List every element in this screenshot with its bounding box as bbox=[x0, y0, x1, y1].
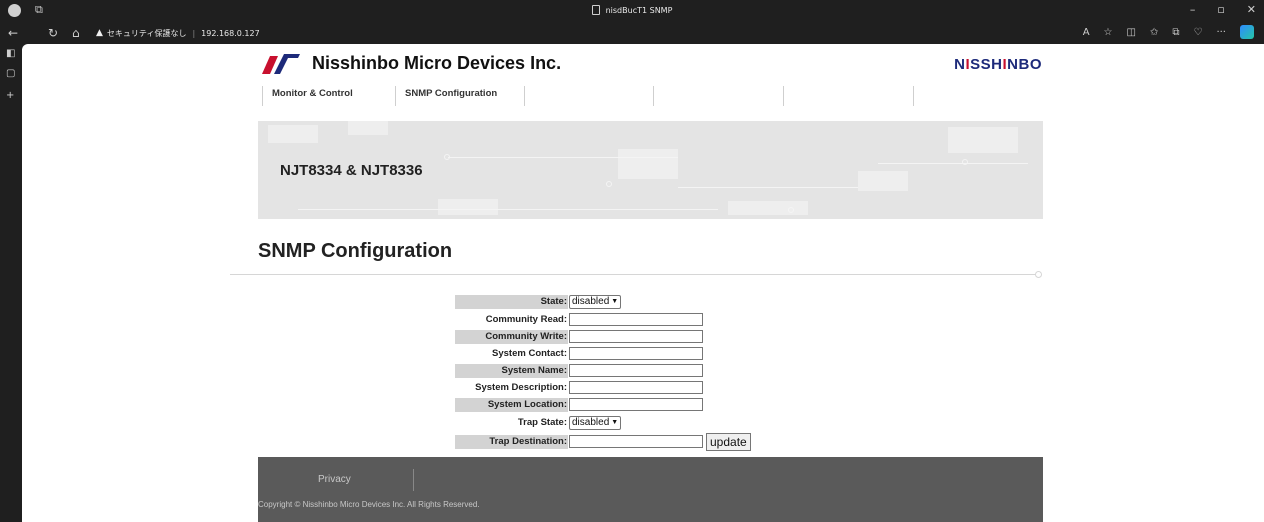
state-select[interactable]: disabled ▼ bbox=[569, 294, 622, 309]
refresh-icon[interactable]: ↻ bbox=[48, 25, 58, 41]
banner-decoration bbox=[606, 181, 612, 187]
copilot-icon[interactable] bbox=[1240, 25, 1254, 39]
title-divider bbox=[230, 274, 1040, 275]
new-tab-icon[interactable]: + bbox=[6, 90, 14, 101]
address-bar[interactable]: ▲ セキュリティ保護なし | 192.168.0.127 bbox=[96, 25, 260, 41]
window-title: nisdBucT1 SNMP bbox=[0, 5, 1264, 15]
community-write-input[interactable] bbox=[569, 330, 703, 343]
split-screen-icon[interactable]: ◫ bbox=[1127, 27, 1136, 38]
privacy-link[interactable]: Privacy bbox=[318, 474, 351, 485]
banner-decoration bbox=[618, 149, 678, 179]
restore-icon[interactable]: ▫ bbox=[1217, 3, 1224, 16]
form-row-trap-state: Trap State: disabled ▼ bbox=[455, 415, 622, 430]
system-location-label: System Location: bbox=[455, 397, 568, 412]
banner-decoration bbox=[438, 199, 498, 215]
sidebar-toggle-icon[interactable]: ◧ bbox=[6, 48, 15, 59]
form-row-system-contact: System Contact: bbox=[455, 346, 703, 361]
banner-decoration bbox=[268, 125, 318, 143]
trap-destination-label: Trap Destination: bbox=[455, 434, 568, 449]
system-description-input[interactable] bbox=[569, 381, 703, 394]
extensions-icon[interactable]: ♡ bbox=[1193, 27, 1202, 38]
browser-toolbar: ← ↻ ⌂ ▲ セキュリティ保護なし | 192.168.0.127 A ☆ ◫… bbox=[0, 22, 1264, 44]
title-divider-dot bbox=[1035, 271, 1042, 278]
page-title: SNMP Configuration bbox=[258, 240, 453, 262]
form-row-trap-destination: Trap Destination: update bbox=[455, 432, 751, 451]
copyright-text: Copyright © Nisshinbo Micro Devices Inc.… bbox=[258, 500, 480, 509]
collections-icon[interactable]: ⧉ bbox=[1172, 27, 1179, 38]
menu-snmp-configuration[interactable]: SNMP Configuration bbox=[395, 86, 524, 106]
minimize-icon[interactable]: – bbox=[1190, 3, 1196, 16]
sidebar-tab-icon[interactable]: ▢ bbox=[6, 68, 15, 79]
menu-empty-3[interactable] bbox=[524, 86, 653, 106]
more-icon[interactable]: ··· bbox=[1216, 27, 1226, 38]
banner-decoration bbox=[298, 209, 718, 210]
form-row-state: State: disabled ▼ bbox=[455, 294, 622, 309]
product-banner: NJT8334 & NJT8336 bbox=[258, 121, 1043, 219]
favorite-star-icon[interactable]: ☆ bbox=[1104, 27, 1113, 38]
form-row-system-description: System Description: bbox=[455, 380, 703, 395]
menu-monitor-control[interactable]: Monitor & Control bbox=[262, 86, 395, 106]
system-contact-label: System Contact: bbox=[492, 347, 567, 359]
security-label[interactable]: セキュリティ保護なし bbox=[107, 28, 187, 39]
system-location-input[interactable] bbox=[569, 398, 703, 411]
menu-empty-4[interactable] bbox=[653, 86, 783, 106]
favorites-icon[interactable]: ✩ bbox=[1150, 27, 1158, 38]
state-label: State: bbox=[455, 294, 568, 309]
warning-icon[interactable]: ▲ bbox=[96, 28, 103, 38]
address-separator: | bbox=[192, 28, 196, 38]
brand-right-suffix: NBO bbox=[1007, 56, 1042, 73]
trap-state-select-value: disabled bbox=[572, 417, 610, 428]
trap-state-label: Trap State: bbox=[517, 416, 567, 428]
system-name-input[interactable] bbox=[569, 364, 703, 377]
close-icon[interactable]: ✕ bbox=[1247, 3, 1256, 16]
community-read-label: Community Read: bbox=[485, 313, 567, 325]
state-select-value: disabled bbox=[572, 296, 610, 307]
brand-logo-right[interactable]: NISSHINBO bbox=[954, 56, 1042, 73]
system-contact-input[interactable] bbox=[569, 347, 703, 360]
form-row-system-location: System Location: bbox=[455, 397, 703, 412]
banner-decoration bbox=[878, 163, 1028, 164]
window-title-text: nisdBucT1 SNMP bbox=[605, 6, 673, 15]
banner-decoration bbox=[858, 171, 908, 191]
banner-decoration bbox=[448, 157, 678, 158]
main-menu: Monitor & Control SNMP Configuration bbox=[262, 86, 1044, 106]
chevron-down-icon: ▼ bbox=[611, 298, 619, 305]
system-name-label: System Name: bbox=[455, 363, 568, 378]
community-read-input[interactable] bbox=[569, 313, 703, 326]
tab-sidebar: ◧ ▢ + bbox=[0, 44, 22, 522]
form-row-system-name: System Name: bbox=[455, 363, 703, 378]
menu-empty-5[interactable] bbox=[783, 86, 914, 106]
brand-right-prefix: N bbox=[954, 56, 966, 73]
banner-decoration bbox=[678, 187, 858, 188]
page-viewport: Nisshinbo Micro Devices Inc. NISSHINBO M… bbox=[22, 44, 1264, 522]
banner-decoration bbox=[788, 207, 794, 213]
back-icon[interactable]: ← bbox=[8, 25, 18, 41]
banner-decoration bbox=[962, 159, 968, 165]
nisshinbo-logo-icon[interactable] bbox=[262, 54, 300, 74]
trap-destination-input[interactable] bbox=[569, 435, 703, 448]
banner-decoration bbox=[948, 127, 1018, 153]
banner-decoration bbox=[444, 154, 450, 160]
form-row-community-read: Community Read: bbox=[455, 312, 703, 327]
brand-name[interactable]: Nisshinbo Micro Devices Inc. bbox=[312, 53, 561, 74]
page-icon bbox=[591, 5, 600, 15]
home-icon[interactable]: ⌂ bbox=[72, 25, 80, 41]
banner-decoration bbox=[728, 201, 808, 215]
read-aloud-icon[interactable]: A bbox=[1083, 27, 1090, 38]
update-button[interactable]: update bbox=[706, 432, 751, 451]
footer-separator bbox=[413, 469, 414, 491]
trap-state-select[interactable]: disabled ▼ bbox=[569, 415, 622, 430]
community-write-label: Community Write: bbox=[455, 329, 568, 344]
banner-title: NJT8334 & NJT8336 bbox=[280, 162, 423, 179]
url-text[interactable]: 192.168.0.127 bbox=[201, 29, 260, 38]
browser-title-bar: ⧉ nisdBucT1 SNMP – ▫ ✕ bbox=[0, 0, 1264, 22]
site-footer: Privacy Copyright © Nisshinbo Micro Devi… bbox=[258, 457, 1043, 522]
form-row-community-write: Community Write: bbox=[455, 329, 703, 344]
site-header: Nisshinbo Micro Devices Inc. NISSHINBO M… bbox=[262, 44, 1042, 114]
brand-right-mid: SSH bbox=[970, 56, 1003, 73]
system-description-label: System Description: bbox=[475, 381, 567, 393]
chevron-down-icon: ▼ bbox=[611, 419, 619, 426]
banner-decoration bbox=[348, 121, 388, 135]
